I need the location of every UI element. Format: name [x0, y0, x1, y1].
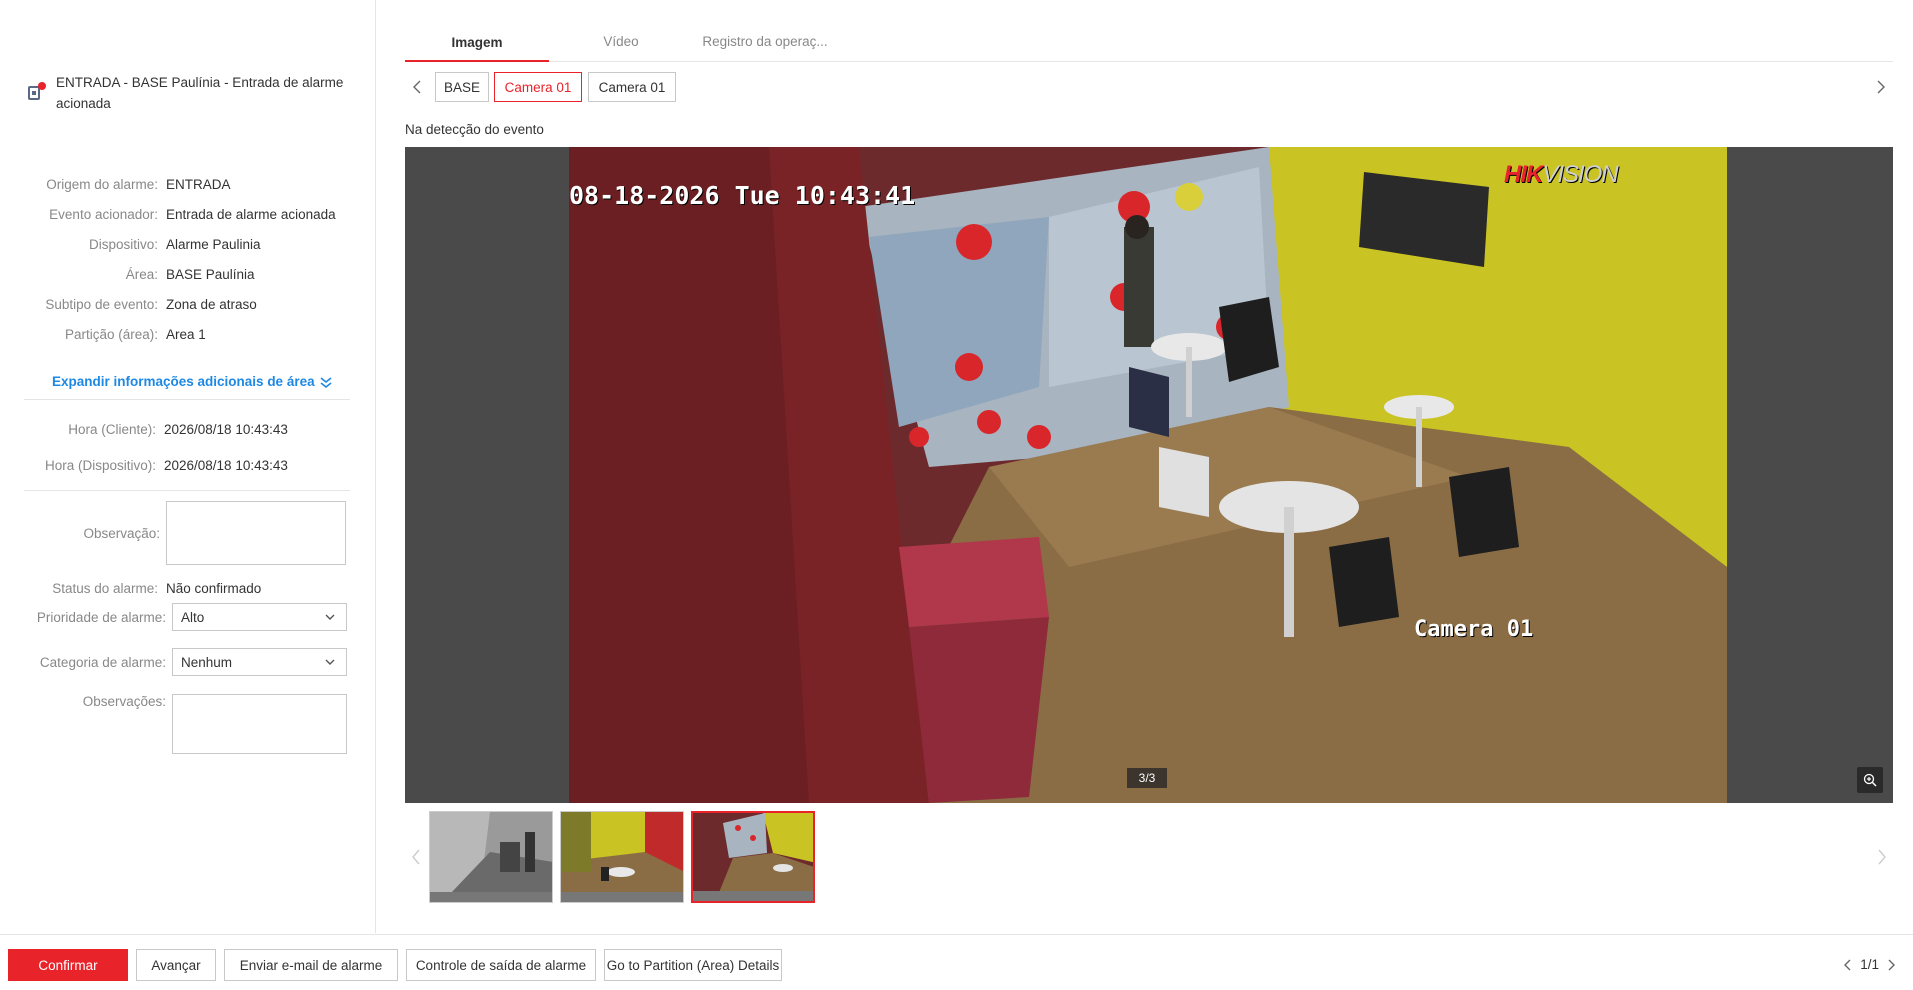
next-button[interactable]: Avançar — [136, 949, 216, 981]
detail-row-trigger-event: Evento acionador: Entrada de alarme acio… — [0, 204, 376, 224]
camera-chip-camera-01-selected[interactable]: Camera 01 — [494, 72, 582, 102]
zoom-in-icon — [1863, 773, 1877, 787]
action-bar: Confirmar Avançar Enviar e-mail de alarm… — [0, 934, 1913, 990]
priority-selected-value: Alto — [181, 609, 205, 625]
brand-part-b: VISION — [1542, 161, 1618, 188]
divider — [24, 490, 350, 491]
detail-label: Origem do alarme: — [46, 176, 158, 192]
detail-label: Partição (área): — [64, 326, 158, 342]
detail-row-area: Área: BASE Paulínia — [0, 264, 376, 284]
detail-value: Alarme Paulinia — [166, 236, 261, 252]
zoom-in-button[interactable] — [1857, 767, 1883, 793]
remarks-row: Observações: — [0, 694, 376, 754]
partition-details-button[interactable]: Go to Partition (Area) Details — [604, 949, 782, 981]
image-counter: 3/3 — [1127, 768, 1167, 788]
chevron-right-icon[interactable] — [1875, 847, 1889, 867]
thumbnail-image — [430, 812, 552, 902]
camera-chip-base[interactable]: BASE — [435, 72, 489, 102]
page-indicator: 1/1 — [1860, 957, 1879, 972]
remarks-label: Observações: — [82, 694, 166, 709]
capture-caption: Na detecção do evento — [405, 122, 544, 137]
time-label: Hora (Cliente): — [68, 421, 156, 437]
media-tabs: Imagem Vídeo Registro da operaç... — [405, 26, 1893, 62]
thumbnail-image — [693, 813, 813, 901]
detail-row-origin: Origem do alarme: ENTRADA — [0, 174, 376, 194]
thumbnail-2[interactable] — [560, 811, 684, 903]
pager: 1/1 — [1836, 957, 1903, 972]
time-value: 2026/08/18 10:43:43 — [164, 457, 288, 473]
category-row: Categoria de alarme: Nenhum — [0, 648, 376, 676]
priority-label: Prioridade de alarme: — [36, 609, 166, 625]
tab-image[interactable]: Imagem — [405, 26, 549, 62]
status-value: Não confirmado — [166, 580, 262, 596]
hikvision-logo: HIKVISION — [1504, 161, 1619, 189]
chevron-left-icon[interactable] — [409, 847, 423, 867]
thumbnail-image — [561, 812, 683, 902]
detail-row-device: Dispositivo: Alarme Paulinia — [0, 234, 376, 254]
snapshot-scene — [569, 147, 1727, 803]
priority-select[interactable]: Alto — [172, 603, 347, 631]
detail-label: Área: — [125, 266, 158, 282]
observation-textarea[interactable] — [166, 501, 346, 565]
detail-value: Zona de atraso — [166, 296, 257, 312]
time-row-device: Hora (Dispositivo): 2026/08/18 10:43:43 — [0, 455, 376, 475]
alarm-device-icon — [26, 82, 46, 102]
alarm-output-control-button[interactable]: Controle de saída de alarme — [406, 949, 596, 981]
chevron-left-icon[interactable] — [1842, 958, 1854, 972]
expand-area-info-link[interactable]: Expandir informações adicionais de área — [52, 374, 333, 389]
tab-operation-log[interactable]: Registro da operaç... — [685, 26, 845, 62]
detail-value: Area 1 — [166, 326, 206, 342]
thumbnail-3-selected[interactable] — [691, 811, 815, 903]
category-label: Categoria de alarme: — [39, 654, 166, 670]
detail-row-event-subtype: Subtipo de evento: Zona de atraso — [0, 294, 376, 314]
camera-snapshot: 08-18-2026 Tue 10:43:41 HIKVISION Camera… — [569, 147, 1727, 803]
tab-video[interactable]: Vídeo — [549, 26, 693, 62]
camera-chip-camera-01[interactable]: Camera 01 — [588, 72, 676, 102]
expand-link-label: Expandir informações adicionais de área — [52, 374, 315, 389]
chevron-right-icon[interactable] — [1873, 78, 1889, 96]
detail-row-partition: Partição (área): Area 1 — [0, 324, 376, 344]
confirm-button[interactable]: Confirmar — [8, 949, 128, 981]
double-chevron-down-icon — [320, 376, 332, 388]
detail-value: ENTRADA — [166, 176, 231, 192]
time-label: Hora (Dispositivo): — [44, 457, 156, 473]
observation-row: Observação: — [0, 501, 376, 565]
chevron-left-icon[interactable] — [409, 78, 425, 96]
chevron-down-icon — [325, 614, 335, 620]
time-row-client: Hora (Cliente): 2026/08/18 10:43:43 — [0, 419, 376, 439]
alarm-details-panel: ENTRADA - BASE Paulínia - Entrada de ala… — [0, 0, 376, 933]
image-viewer[interactable]: 08-18-2026 Tue 10:43:41 HIKVISION Camera… — [405, 147, 1893, 803]
thumbnail-1[interactable] — [429, 811, 553, 903]
send-alarm-email-button[interactable]: Enviar e-mail de alarme — [224, 949, 398, 981]
time-value: 2026/08/18 10:43:43 — [164, 421, 288, 437]
category-selected-value: Nenhum — [181, 654, 233, 670]
detail-label: Evento acionador: — [49, 206, 158, 222]
observation-label: Observação: — [83, 525, 160, 541]
brand-part-a: HIK — [1504, 161, 1543, 188]
osd-camera-name: Camera 01 — [1414, 617, 1534, 642]
chevron-down-icon — [325, 659, 335, 665]
remarks-textarea[interactable] — [172, 694, 347, 754]
divider — [24, 399, 350, 400]
category-select[interactable]: Nenhum — [172, 648, 347, 676]
detail-label: Subtipo de evento: — [45, 296, 158, 312]
detail-value: Entrada de alarme acionada — [166, 206, 336, 222]
chevron-right-icon[interactable] — [1885, 958, 1897, 972]
status-label: Status do alarme: — [52, 580, 158, 596]
alarm-title: ENTRADA - BASE Paulínia - Entrada de ala… — [56, 75, 344, 111]
osd-timestamp: 08-18-2026 Tue 10:43:41 — [569, 181, 916, 210]
priority-row: Prioridade de alarme: Alto — [0, 603, 376, 631]
detail-value: BASE Paulínia — [166, 266, 255, 282]
alarm-header: ENTRADA - BASE Paulínia - Entrada de ala… — [26, 72, 356, 114]
status-row: Status do alarme: Não confirmado — [0, 578, 376, 598]
thumbnail-strip — [405, 809, 1893, 905]
camera-selector: BASE Camera 01 Camera 01 — [405, 72, 1893, 102]
detail-label: Dispositivo: — [88, 236, 158, 252]
